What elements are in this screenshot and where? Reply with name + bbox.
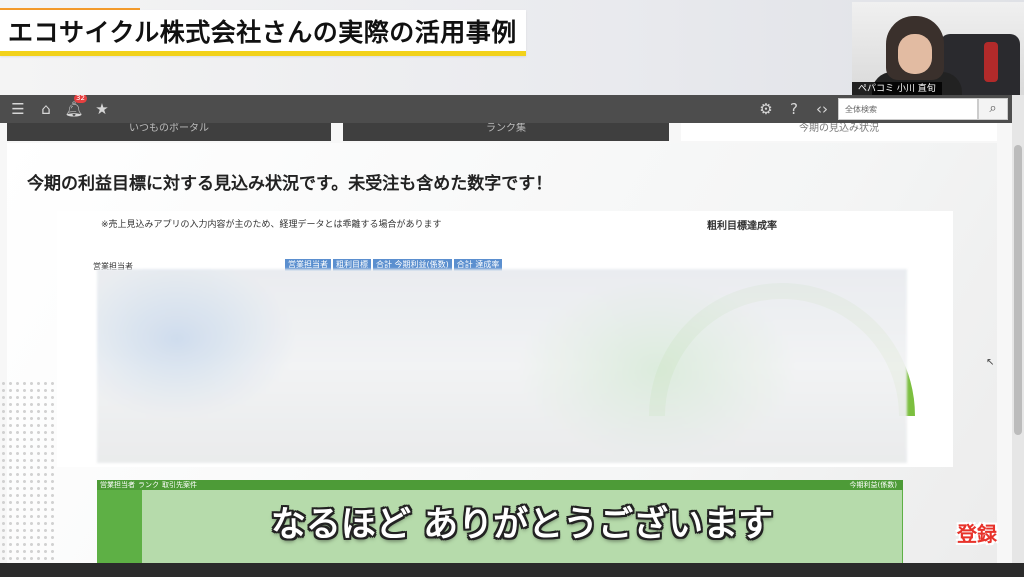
gear-icon[interactable]: ⚙ (756, 99, 776, 119)
tab-usual-portal[interactable]: いつものポータル (7, 123, 331, 141)
video-bottom-strip (0, 563, 1024, 577)
code-icon[interactable]: ‹› (812, 99, 832, 119)
portal-tabs: いつものポータル ランク集 今期の見込み状況 (0, 123, 1012, 141)
webcam-overlay: ぺパコミ 小川 直旬 (852, 2, 1024, 97)
video-subtitle: なるほど ありがとうございます (270, 505, 774, 545)
deals-header-rank[interactable]: ランク (138, 480, 159, 490)
deals-header-sales-rep[interactable]: 営業担当者 (100, 480, 135, 490)
blurred-data-region (97, 269, 907, 463)
forecast-card: ※売上見込みアプリの入力内容が主のため、経理データとは乖離する場合があります 粗… (57, 211, 953, 467)
disclaimer-note: ※売上見込みアプリの入力内容が主のため、経理データとは乖離する場合があります (101, 220, 442, 230)
bell-icon[interactable]: 🔔︎ 32 (64, 95, 87, 119)
presenter-face (898, 34, 932, 74)
star-icon[interactable]: ★ (92, 99, 112, 119)
menu-icon[interactable]: ☰ (8, 99, 28, 119)
gauge-title: 粗利目標達成率 (707, 221, 777, 232)
page-heading: 今期の利益目標に対する見込み状況です。未受注も含めた数字です！ (27, 174, 553, 194)
deals-table-header: 営業担当者 ランク 取引先案件 今期利益(係数) (97, 480, 903, 490)
chair-accent (984, 42, 998, 82)
decorative-dots (0, 380, 56, 560)
deals-header-profit[interactable]: 今期利益(係数) (850, 480, 897, 490)
video-title: エコサイクル株式会社さんの実際の活用事例 (8, 17, 517, 47)
subscribe-badge[interactable]: 登録 (952, 518, 1002, 550)
video-title-badge: エコサイクル株式会社さんの実際の活用事例 (0, 10, 526, 56)
toolbar-right-group: ⚙ ? ‹› 全体検索 ⌕ (748, 95, 1012, 123)
scrollbar-thumb[interactable] (1014, 145, 1022, 435)
help-icon[interactable]: ? (784, 99, 804, 119)
notification-badge: 32 (74, 95, 87, 103)
tab-rank-collection[interactable]: ランク集 (343, 123, 669, 141)
app-toolbar: ☰ ⌂ 🔔︎ 32 ★ ⚙ ? ‹› 全体検索 ⌕ (0, 95, 1012, 123)
home-icon[interactable]: ⌂ (36, 99, 56, 119)
search-icon[interactable]: ⌕ (978, 98, 1008, 120)
deals-header-client[interactable]: 取引先案件 (162, 480, 197, 490)
tab-forecast-status[interactable]: 今期の見込み状況 (681, 123, 997, 141)
global-search-input[interactable]: 全体検索 (838, 98, 978, 120)
mouse-cursor-icon: ↖ (986, 357, 995, 368)
